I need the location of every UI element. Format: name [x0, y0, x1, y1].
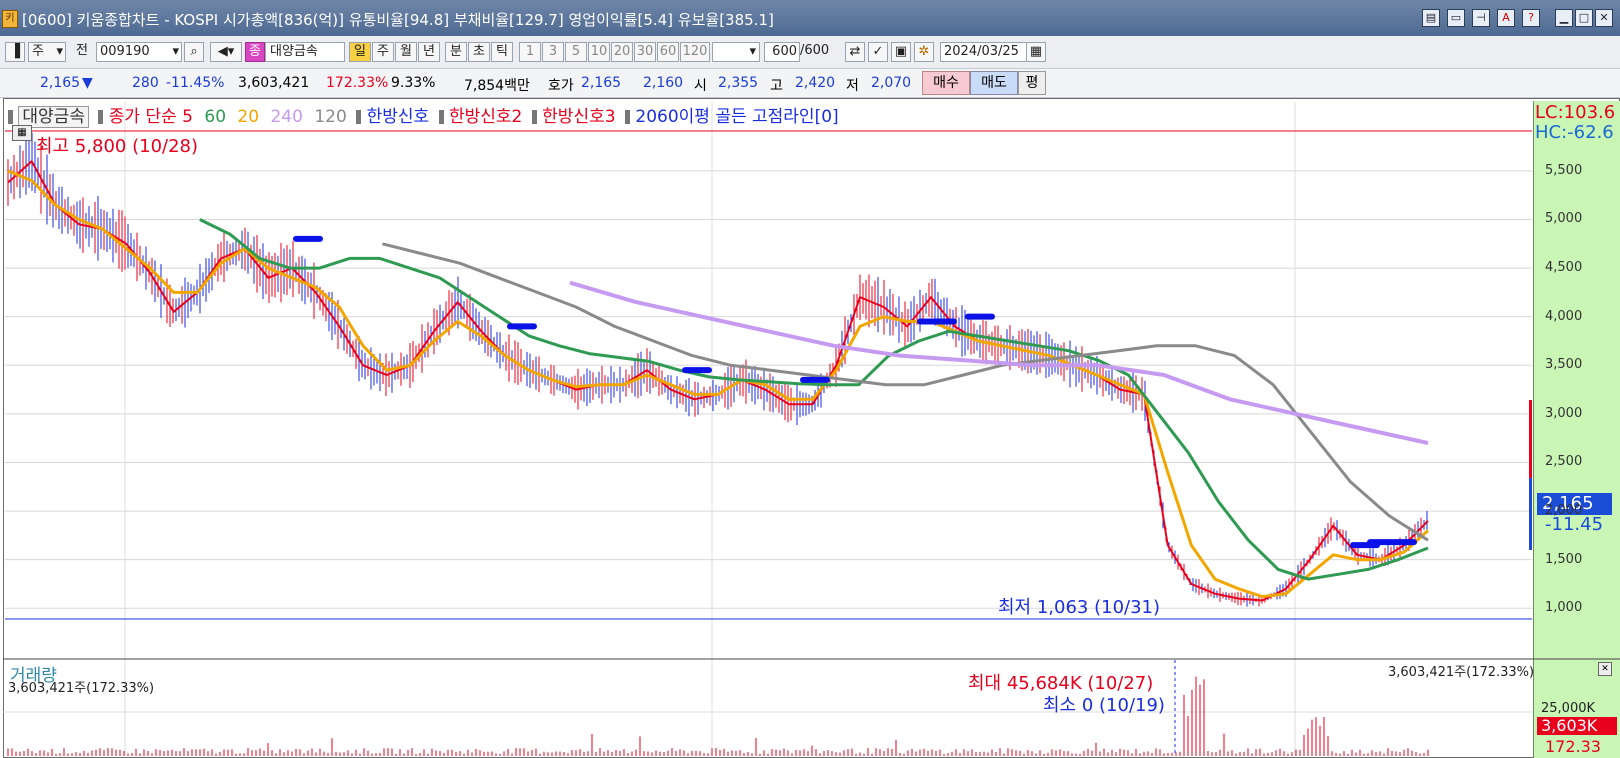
legend-ma120[interactable]: 120 [314, 107, 346, 127]
legend-toggle-icon[interactable] [98, 110, 104, 124]
signal-markers [293, 235, 1532, 550]
signal-marker [682, 367, 712, 374]
price-axis-tick: 1,000 [1545, 600, 1583, 616]
signal-marker [507, 323, 537, 330]
price-axis-tick: 2,500 [1545, 454, 1583, 470]
legend-toggle-icon[interactable] [8, 110, 13, 124]
price-axis-tick: 3,000 [1545, 405, 1583, 421]
moving-averages [7, 160, 1430, 602]
legend-signal2[interactable]: 한방신호2 [449, 107, 522, 127]
volume-pct-tag: 172.33 [1545, 737, 1601, 756]
volume-axis-label: 25,000K [1541, 701, 1596, 716]
volume-bars [7, 676, 1429, 756]
signal-marker [965, 313, 995, 320]
legend-ma5[interactable]: 종가 단순 5 [109, 107, 193, 127]
legend-signal1[interactable]: 한방신호 [367, 107, 430, 127]
signal-marker [917, 318, 957, 325]
legend-ma20[interactable]: 20 [237, 107, 259, 127]
signal-marker [800, 376, 830, 383]
volume-current-tag: 3,603K [1537, 717, 1617, 735]
legend-golden-line[interactable]: 2060이평 골든 고점라인[0] [635, 107, 838, 127]
price-axis-tick: 4,000 [1545, 308, 1583, 324]
legend-toggle-icon[interactable] [356, 110, 362, 124]
volume-right-value: 3,603,421주(172.33%) [1388, 665, 1535, 680]
close-pane-icon[interactable]: ✕ [1598, 662, 1612, 676]
signal-marker [1367, 539, 1417, 546]
volume-left-value: 3,603,421주(172.33%) [8, 681, 155, 696]
legend-ma60[interactable]: 60 [204, 107, 226, 127]
volume-min-annotation: 최소 0 (10/19) [1043, 695, 1165, 716]
price-axis-tick: 1,500 [1545, 551, 1583, 567]
highest-annotation: 최고 5,800 (10/28) [36, 136, 199, 157]
axis-range-red [1529, 400, 1532, 478]
ma-line-20 [7, 169, 1430, 599]
price-axis-tick: 2,000 [1545, 503, 1583, 519]
price-axis-tick: 4,500 [1545, 260, 1583, 276]
signal-marker [293, 235, 323, 242]
legend-toggle-icon[interactable] [438, 110, 444, 124]
price-axis-tick: 5,500 [1545, 162, 1583, 178]
ma-line-5 [7, 160, 1429, 602]
price-axis-tick: 5,000 [1545, 211, 1583, 227]
legend-toggle-icon[interactable] [531, 110, 537, 124]
legend-signal3[interactable]: 한방신호3 [542, 107, 615, 127]
price-axis-tick: 3,500 [1545, 357, 1583, 373]
legend-bar: 대양금속 종가 단순 5 60 20 240 120 한방신호 한방신호2 한방… [8, 102, 839, 128]
chart-grid [3, 102, 1620, 756]
candlesticks [7, 132, 1428, 607]
grid-toggle-icon[interactable]: ▦ [12, 125, 32, 141]
legend-ma240[interactable]: 240 [270, 107, 302, 127]
axis-range-blue [1529, 478, 1532, 550]
lc-value: LC:103.6 [1535, 102, 1616, 123]
legend-toggle-icon[interactable] [624, 110, 630, 124]
lowest-annotation: 최저 1,063 (10/31) [998, 597, 1161, 618]
hc-value: HC:-62.6 [1535, 122, 1614, 143]
